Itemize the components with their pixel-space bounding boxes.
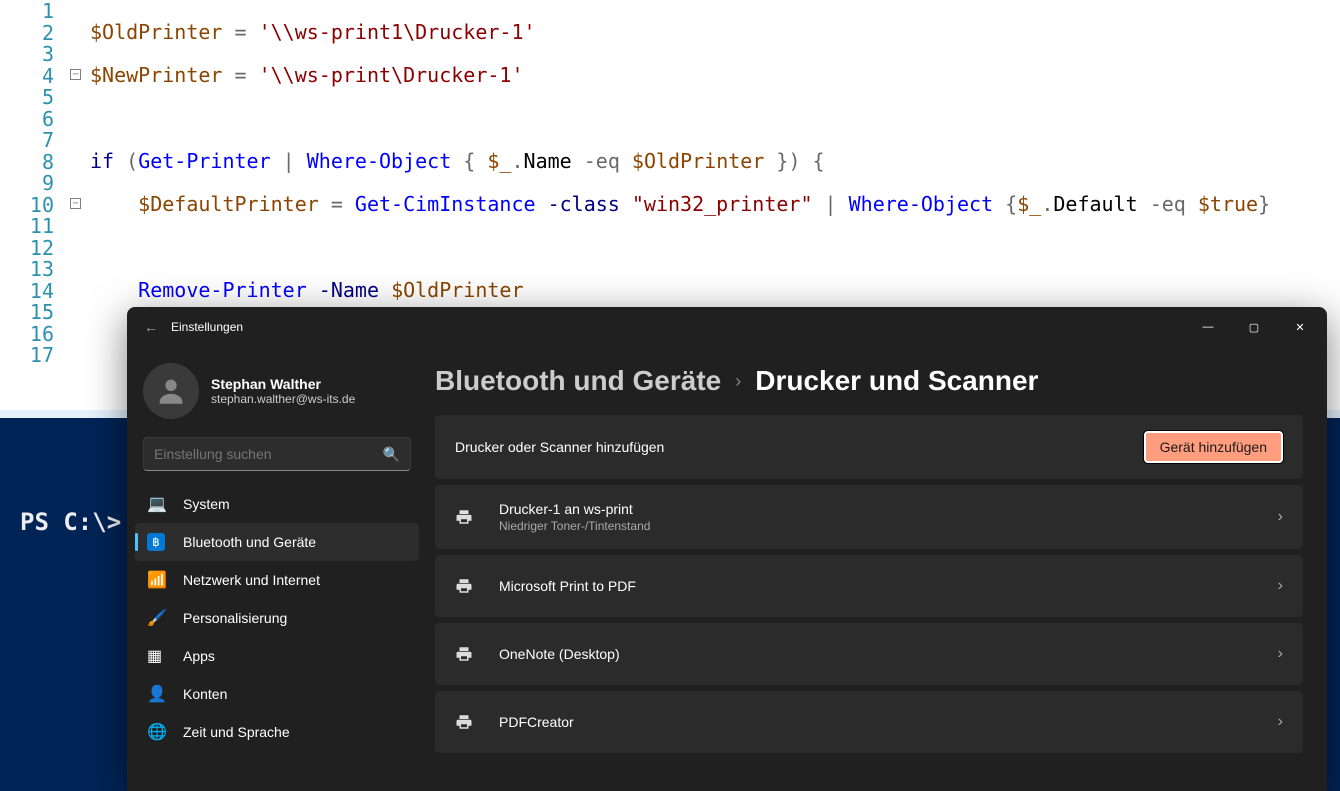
printer-item[interactable]: Drucker-1 an ws-print Niedriger Toner-/T… xyxy=(435,485,1303,549)
settings-search[interactable]: 🔍 xyxy=(143,437,411,471)
chevron-right-icon: › xyxy=(1278,577,1283,595)
nav-list: 💻System ฿Bluetooth und Geräte 📶Netzwerk … xyxy=(135,485,419,751)
add-printer-label: Drucker oder Scanner hinzufügen xyxy=(455,439,1144,455)
window-titlebar[interactable]: ← Einstellungen ― ▢ ✕ xyxy=(127,307,1327,347)
breadcrumb: Bluetooth und Geräte › Drucker und Scann… xyxy=(435,365,1303,397)
settings-sidebar: Stephan Walther stephan.walther@ws-its.d… xyxy=(127,347,427,791)
terminal-prompt: PS C:\> xyxy=(20,508,121,536)
apps-icon: ▦ xyxy=(147,646,169,666)
search-input[interactable] xyxy=(154,446,383,462)
nav-network[interactable]: 📶Netzwerk und Internet xyxy=(135,561,419,599)
fold-toggle-icon[interactable]: − xyxy=(70,69,81,80)
printer-name: Drucker-1 an ws-print xyxy=(499,501,1268,517)
printer-status: Niedriger Toner-/Tintenstand xyxy=(499,519,1268,533)
profile-name: Stephan Walther xyxy=(211,376,355,392)
printer-icon xyxy=(455,577,477,595)
profile-email: stephan.walther@ws-its.de xyxy=(211,392,355,406)
chevron-right-icon: › xyxy=(1278,508,1283,526)
clock-globe-icon: 🌐 xyxy=(147,722,169,742)
wifi-icon: 📶 xyxy=(147,570,169,590)
brush-icon: 🖌️ xyxy=(147,608,169,628)
printer-item[interactable]: OneNote (Desktop) › xyxy=(435,623,1303,685)
nav-bluetooth[interactable]: ฿Bluetooth und Geräte xyxy=(135,523,419,561)
breadcrumb-current: Drucker und Scanner xyxy=(755,365,1038,397)
printer-name: Microsoft Print to PDF xyxy=(499,578,1268,594)
nav-personalization[interactable]: 🖌️Personalisierung xyxy=(135,599,419,637)
settings-window: ← Einstellungen ― ▢ ✕ Stephan Walther st… xyxy=(127,307,1327,791)
minimize-button[interactable]: ― xyxy=(1185,311,1231,343)
nav-apps[interactable]: ▦Apps xyxy=(135,637,419,675)
printer-icon xyxy=(455,645,477,663)
avatar-icon xyxy=(143,363,199,419)
search-icon: 🔍 xyxy=(383,446,400,463)
nav-accounts[interactable]: 👤Konten xyxy=(135,675,419,713)
settings-content: Bluetooth und Geräte › Drucker und Scann… xyxy=(427,347,1327,791)
printer-icon xyxy=(455,508,477,526)
fold-toggle-icon[interactable]: − xyxy=(70,198,81,209)
nav-system[interactable]: 💻System xyxy=(135,485,419,523)
nav-time-language[interactable]: 🌐Zeit und Sprache xyxy=(135,713,419,751)
breadcrumb-parent[interactable]: Bluetooth und Geräte xyxy=(435,365,721,397)
printer-name: PDFCreator xyxy=(499,714,1268,730)
account-icon: 👤 xyxy=(147,684,169,704)
chevron-right-icon: › xyxy=(735,371,741,392)
printer-name: OneNote (Desktop) xyxy=(499,646,1268,662)
bluetooth-icon: ฿ xyxy=(147,533,169,551)
user-profile[interactable]: Stephan Walther stephan.walther@ws-its.d… xyxy=(135,359,419,437)
printer-icon xyxy=(455,713,477,731)
close-button[interactable]: ✕ xyxy=(1277,311,1323,343)
monitor-icon: 💻 xyxy=(147,494,169,514)
line-number-gutter: 1234567891011121314151617 xyxy=(0,0,60,367)
printer-item[interactable]: Microsoft Print to PDF › xyxy=(435,555,1303,617)
back-arrow-icon[interactable]: ← xyxy=(131,319,171,335)
chevron-right-icon: › xyxy=(1278,713,1283,731)
printer-item[interactable]: PDFCreator › xyxy=(435,691,1303,753)
window-title: Einstellungen xyxy=(171,320,243,334)
add-printer-card: Drucker oder Scanner hinzufügen Gerät hi… xyxy=(435,415,1303,479)
add-device-button[interactable]: Gerät hinzufügen xyxy=(1144,431,1283,463)
chevron-right-icon: › xyxy=(1278,645,1283,663)
maximize-button[interactable]: ▢ xyxy=(1231,311,1277,343)
